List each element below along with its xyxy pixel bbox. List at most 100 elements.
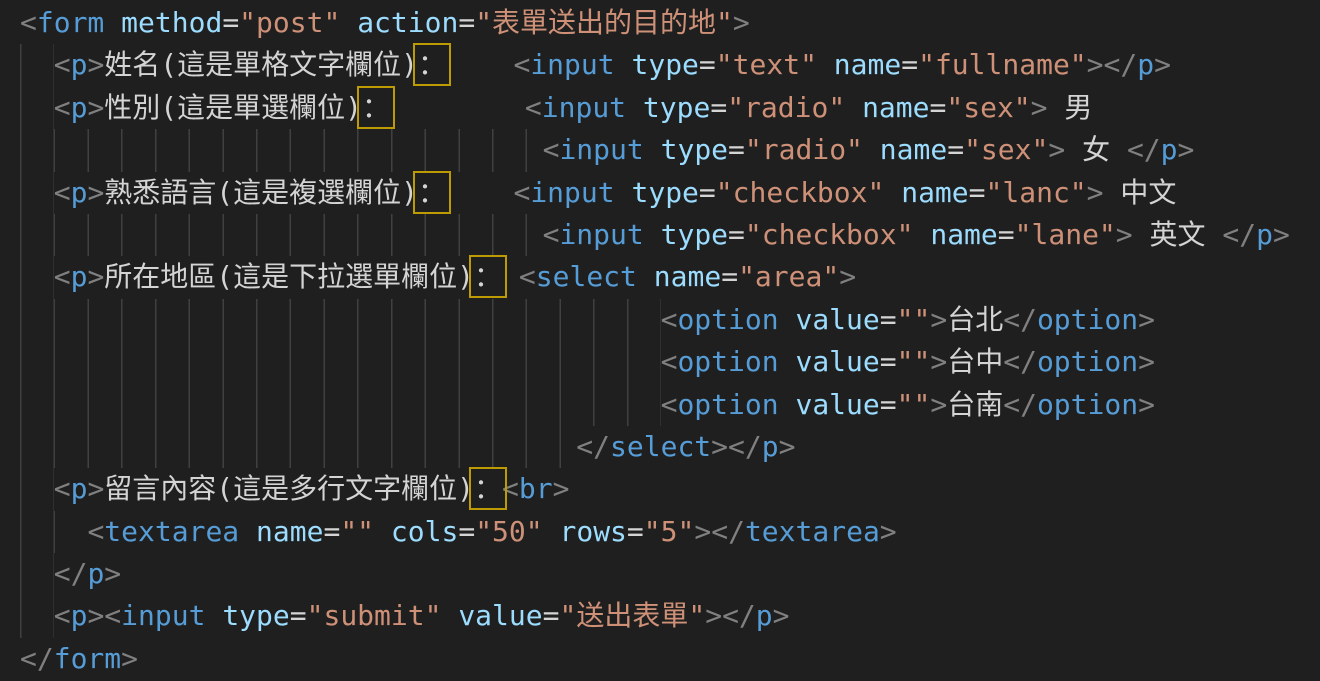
code-line[interactable]: </p> <box>20 553 1320 595</box>
token-attribute-name: name <box>862 91 929 124</box>
token-punctuation: </ <box>1104 48 1138 81</box>
token-tag-name: p <box>87 557 104 590</box>
code-line[interactable]: </form> <box>20 638 1320 680</box>
token-plain-text <box>374 515 391 548</box>
token-string: "checkbox" <box>716 176 885 209</box>
token-operator: = <box>880 388 897 421</box>
token-punctuation: > <box>839 260 856 293</box>
token-operator: = <box>323 515 340 548</box>
code-text: <form method="post" action="表單送出的目的地"> <box>20 6 750 39</box>
code-text: <p>熟悉語言(這是複選欄位)： <input type="checkbox" … <box>20 176 1176 209</box>
code-text: <option value="">台北</option> <box>20 303 1155 336</box>
token-punctuation: < <box>661 303 678 336</box>
token-punctuation: > <box>1138 388 1155 421</box>
code-text: <input type="checkbox" name="lane"> 英文 <… <box>20 218 1290 251</box>
code-text: <input type="radio" name="sex"> 女 </p> <box>20 133 1194 166</box>
token-tag-name: p <box>71 260 88 293</box>
token-punctuation: > <box>121 642 138 675</box>
token-plain-text: 台南 <box>947 388 1003 421</box>
code-line[interactable]: <input type="checkbox" name="lane"> 英文 <… <box>20 214 1320 256</box>
token-string: "lane" <box>1015 218 1116 251</box>
token-punctuation: > <box>1154 48 1171 81</box>
code-line[interactable]: <form method="post" action="表單送出的目的地"> <box>20 2 1320 44</box>
code-line[interactable]: <input type="radio" name="sex"> 女 </p> <box>20 129 1320 171</box>
token-punctuation: < <box>513 48 530 81</box>
token-plain-text <box>845 91 862 124</box>
code-line[interactable]: <option value="">台南</option> <box>20 384 1320 426</box>
token-tag-name: input <box>530 176 614 209</box>
code-line[interactable]: <p>性別(這是單選欄位)： <input type="radio" name=… <box>20 87 1320 129</box>
token-attribute-name: value <box>795 388 879 421</box>
token-plain-text <box>340 6 357 39</box>
token-tag-name: p <box>71 599 88 632</box>
token-attribute-name: name <box>930 218 997 251</box>
code-line[interactable]: <p>所在地區(這是下拉選單欄位)： <select name="area"> <box>20 256 1320 298</box>
code-editor[interactable]: <form method="post" action="表單送出的目的地"> <… <box>0 0 1320 681</box>
token-plain-text: 留言內容(這是多行文字欄位) <box>104 472 474 505</box>
token-plain-text <box>644 133 661 166</box>
token-punctuation: < <box>54 599 71 632</box>
token-punctuation: < <box>502 472 519 505</box>
token-punctuation: </ <box>722 599 756 632</box>
unicode-highlighted-char: ： <box>474 472 502 505</box>
token-punctuation: </ <box>54 557 88 590</box>
token-punctuation: < <box>543 133 560 166</box>
token-attribute-name: name <box>901 176 968 209</box>
code-text: <p>所在地區(這是下拉選單欄位)： <select name="area"> <box>20 260 856 293</box>
token-punctuation: > <box>1087 176 1104 209</box>
token-tag-name: p <box>1256 218 1273 251</box>
code-text: <option value="">台南</option> <box>20 388 1155 421</box>
token-punctuation: > <box>694 515 711 548</box>
token-punctuation: </ <box>728 430 762 463</box>
unicode-highlighted-char: ： <box>362 91 390 124</box>
token-plain-text <box>239 515 256 548</box>
token-string: "sex" <box>946 91 1030 124</box>
token-plain-text <box>817 48 834 81</box>
token-punctuation: < <box>54 472 71 505</box>
token-punctuation: > <box>773 599 790 632</box>
token-attribute-name: name <box>834 48 901 81</box>
token-punctuation: < <box>54 176 71 209</box>
token-tag-name: form <box>54 642 121 675</box>
token-tag-name: p <box>1161 133 1178 166</box>
token-string: "" <box>340 515 374 548</box>
token-tag-name: p <box>71 472 88 505</box>
token-punctuation: </ <box>1003 345 1037 378</box>
token-tag-name: p <box>71 48 88 81</box>
token-string: "" <box>897 303 931 336</box>
token-tag-name: input <box>559 218 643 251</box>
token-attribute-name: type <box>643 91 710 124</box>
token-string: "post" <box>239 6 340 39</box>
code-line[interactable]: </select></p> <box>20 426 1320 468</box>
token-punctuation: < <box>20 6 37 39</box>
token-punctuation: </ <box>1003 388 1037 421</box>
token-plain-text: 英文 <box>1133 218 1223 251</box>
token-punctuation: < <box>54 91 71 124</box>
token-tag-name: option <box>1037 345 1138 378</box>
code-area: <form method="post" action="表單送出的目的地"> <… <box>20 2 1320 680</box>
token-plain-text <box>441 599 458 632</box>
token-attribute-name: value <box>458 599 542 632</box>
code-line[interactable]: <textarea name="" cols="50" rows="5"></t… <box>20 511 1320 553</box>
code-text: <option value="">台中</option> <box>20 345 1155 378</box>
code-line[interactable]: <option value="">台中</option> <box>20 341 1320 383</box>
token-operator: = <box>880 345 897 378</box>
code-line[interactable]: <p><input type="submit" value="送出表單"></p… <box>20 595 1320 637</box>
token-punctuation: > <box>930 345 947 378</box>
token-tag-name: option <box>677 388 778 421</box>
code-line[interactable]: <p>姓名(這是單格文字欄位)： <input type="text" name… <box>20 44 1320 86</box>
code-line[interactable]: <p>留言內容(這是多行文字欄位)：<br> <box>20 468 1320 510</box>
token-plain-text: 所在地區(這是下拉選單欄位) <box>104 260 474 293</box>
token-punctuation: > <box>1138 303 1155 336</box>
token-string: "" <box>897 388 931 421</box>
token-operator: = <box>290 599 307 632</box>
code-line[interactable]: <option value="">台北</option> <box>20 299 1320 341</box>
token-tag-name: p <box>71 176 88 209</box>
token-punctuation: </ <box>20 642 54 675</box>
token-plain-text: 姓名(這是單格文字欄位) <box>104 48 418 81</box>
token-tag-name: input <box>542 91 626 124</box>
token-plain-text <box>863 133 880 166</box>
token-plain-text: 熟悉語言(這是複選欄位) <box>104 176 418 209</box>
token-operator: = <box>699 176 716 209</box>
code-line[interactable]: <p>熟悉語言(這是複選欄位)： <input type="checkbox" … <box>20 172 1320 214</box>
